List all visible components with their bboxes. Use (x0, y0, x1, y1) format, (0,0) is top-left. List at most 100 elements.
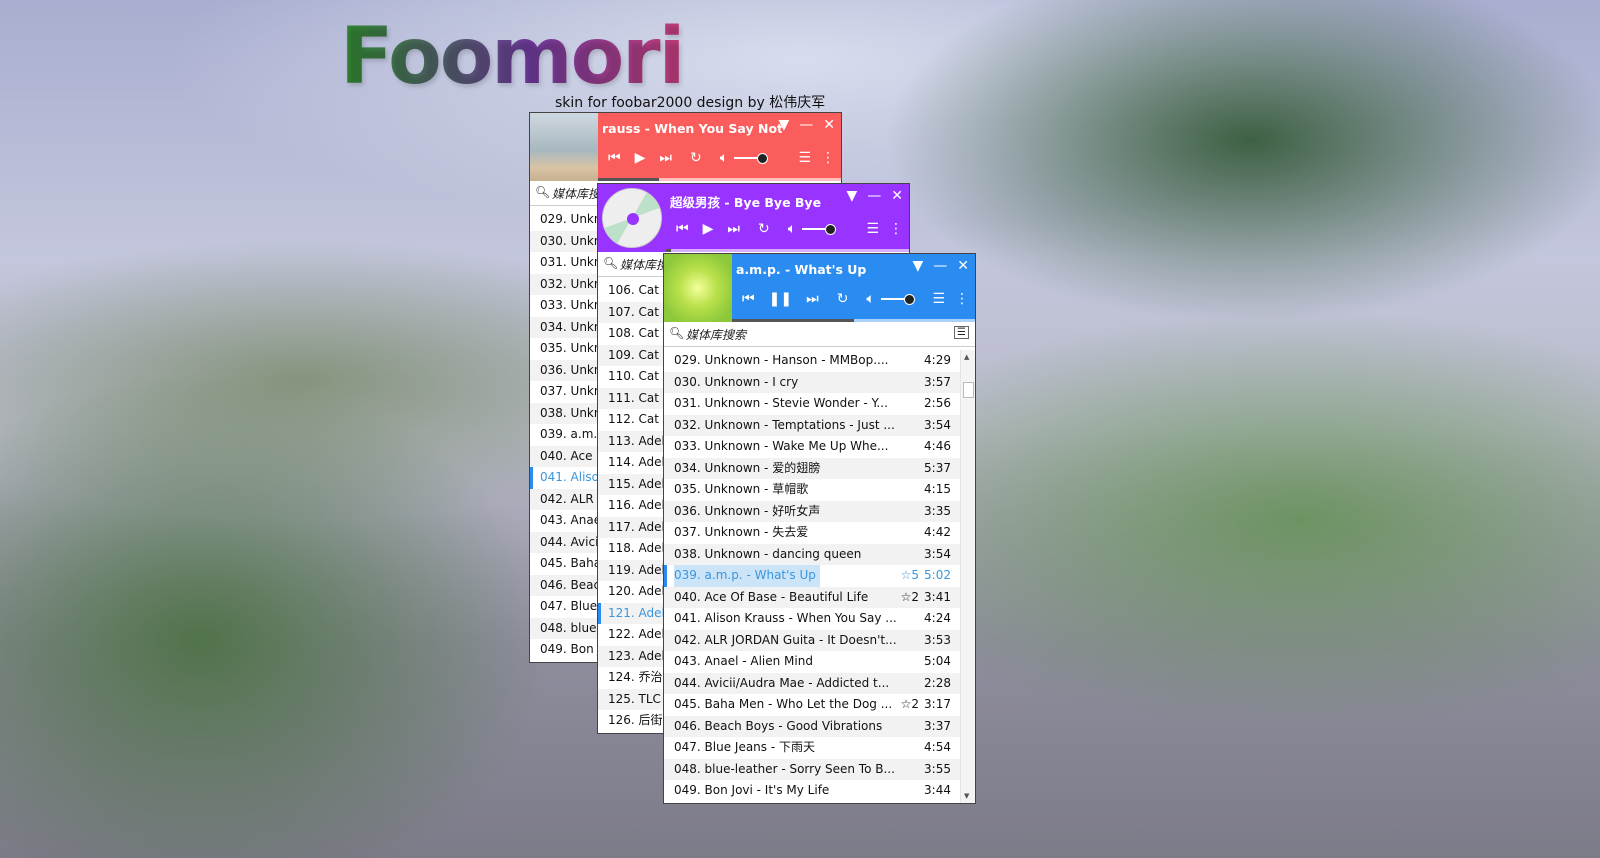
player-header: 超级男孩 - Bye Bye Bye ▼ — ✕ ⏮ ▶ ⏭ ↻ 🔈︎ ☰ ⋮ (598, 184, 909, 252)
menu-dropdown-icon[interactable]: ▼ (912, 258, 923, 274)
search-icon: 🔍︎ (603, 256, 619, 270)
playlist-row[interactable]: 046. Beach Boys - Good Vibrations 3:37 (664, 715, 975, 737)
playlist-row[interactable]: 029. Unknown - Hanson - MMBop.... 4:29 (664, 350, 975, 372)
volume-slider[interactable] (802, 224, 837, 235)
more-icon[interactable]: ⋮ (955, 291, 969, 307)
track-duration: 4:15 (924, 482, 951, 496)
search-input[interactable]: 🔍︎ 媒体库搜索 ☰ (664, 323, 975, 347)
menu-dropdown-icon[interactable]: ▼ (778, 117, 789, 133)
now-playing-title: rauss - When You Say Nothin (602, 121, 782, 136)
track-title: 033. Unkn (540, 298, 602, 312)
track-title: 035. Unkn (540, 341, 602, 355)
close-icon[interactable]: ✕ (957, 258, 969, 274)
volume-icon[interactable]: 🔈︎ (866, 291, 874, 307)
playlist-row[interactable]: 041. Alison Krauss - When You Say ... 4:2… (664, 608, 975, 630)
playlist-icon[interactable]: ☰ (798, 150, 811, 166)
playlist-icon[interactable]: ☰ (866, 221, 879, 237)
play-icon[interactable]: ▶ (635, 150, 646, 166)
repeat-icon[interactable]: ↻ (758, 221, 770, 237)
next-icon[interactable]: ⏭ (659, 150, 672, 166)
playlist-row[interactable]: 031. Unknown - Stevie Wonder - Y... 2:56 (664, 393, 975, 415)
track-duration: 3:41 (924, 589, 951, 604)
progress-bar[interactable] (732, 319, 975, 322)
progress-bar[interactable] (666, 249, 909, 252)
playlist-row[interactable]: 048. blue-leather - Sorry Seen To B... 3:… (664, 758, 975, 780)
minimize-icon[interactable]: — (867, 188, 881, 204)
scroll-up-icon[interactable]: ▲ (964, 353, 969, 361)
logo: Foomori (340, 12, 685, 102)
playlist-row[interactable]: 043. Anael - Alien Mind 5:04 (664, 651, 975, 673)
track-duration: 5:04 (924, 654, 951, 668)
previous-icon[interactable]: ⏮ (608, 150, 621, 166)
volume-slider[interactable] (880, 294, 915, 305)
playlist-row[interactable]: 035. Unknown - 草帽歌 4:15 (664, 479, 975, 501)
playlist-row[interactable]: 042. ALR JORDAN Guita - It Doesn't... 3:5… (664, 629, 975, 651)
next-icon[interactable]: ⏭ (806, 291, 819, 307)
track-title: 032. Unknown - Temptations - Just ... (674, 417, 895, 432)
playlist-row[interactable]: 049. Bon Jovi - It's My Life 3:44 (664, 780, 975, 802)
playlist-row[interactable]: 033. Unknown - Wake Me Up Whe... 4:46 (664, 436, 975, 458)
track-title: 048. blue-leather - Sorry Seen To B... (674, 761, 895, 776)
playlist-row[interactable]: 034. Unknown - 爱的翅膀 5:37 (664, 457, 975, 479)
track-rating[interactable]: ☆2 (901, 587, 919, 609)
track-title: 038. Unkn (540, 405, 602, 420)
minimize-icon[interactable]: — (933, 258, 947, 274)
volume-slider[interactable] (734, 153, 769, 164)
now-playing-title: 超级男孩 - Bye Bye Bye (670, 195, 822, 210)
album-art (598, 184, 666, 252)
progress-bar[interactable] (598, 178, 841, 181)
close-icon[interactable]: ✕ (823, 117, 835, 133)
track-title: 031. Unknown - Stevie Wonder - Y... (674, 396, 888, 410)
track-title: 042. ALR J (540, 491, 602, 506)
volume-icon[interactable]: 🔈︎ (788, 221, 796, 237)
menu-dropdown-icon[interactable]: ▼ (846, 188, 857, 204)
track-title: 124. 乔治 (608, 670, 663, 684)
playlist-row[interactable]: 038. Unknown - dancing queen 3:54 (664, 543, 975, 565)
search-placeholder: 媒体库搜索 (686, 328, 747, 342)
track-rating[interactable]: ☆5 (901, 565, 919, 587)
track-rating[interactable]: ☆2 (901, 694, 919, 716)
repeat-icon[interactable]: ↻ (690, 150, 702, 166)
more-icon[interactable]: ⋮ (821, 150, 835, 166)
scrollbar-thumb[interactable] (963, 382, 974, 398)
volume-icon[interactable]: 🔈︎ (720, 150, 728, 166)
track-title: 042. ALR JORDAN Guita - It Doesn't... (674, 632, 897, 647)
track-title: 041. Alison Krauss - When You Say ... (674, 611, 897, 625)
playlist-row[interactable]: 040. Ace Of Base - Beautiful Life ☆2 3:41 (664, 586, 975, 609)
scroll-down-icon[interactable]: ▼ (964, 792, 969, 800)
scrollbar[interactable]: ▲ ▼ (960, 350, 975, 803)
playlist-row[interactable]: 044. Avicii/Audra Mae - Addicted t... 2:2… (664, 672, 975, 694)
playlist-row[interactable]: 039. a.m.p. - What's Up ☆5 5:02 (664, 565, 975, 587)
track-title: 041. Aliso (540, 470, 600, 484)
playlist-row[interactable]: 036. Unknown - 好听女声 3:35 (664, 500, 975, 522)
more-icon[interactable]: ⋮ (889, 221, 903, 237)
player-header: rauss - When You Say Nothin ▼—✕ ⏮ ▶ ⏭ ↻ … (530, 113, 841, 181)
close-icon[interactable]: ✕ (891, 188, 903, 204)
pause-icon[interactable]: ❚❚ (769, 291, 792, 307)
track-title: 045. Baha Men - Who Let the Dog ... (674, 697, 893, 711)
track-title: 030. Unknown - I cry (674, 374, 799, 389)
play-icon[interactable]: ▶ (703, 221, 714, 237)
track-title: 030. Unkn (540, 233, 602, 248)
view-toggle-icon[interactable]: ☰ (954, 326, 969, 339)
previous-icon[interactable]: ⏮ (676, 221, 689, 237)
playlist-row[interactable]: 045. Baha Men - Who Let the Dog ... ☆2 3:1… (664, 694, 975, 716)
playlist-row[interactable]: 032. Unknown - Temptations - Just ... 3:5… (664, 414, 975, 436)
track-title: 037. Unknown - 失去爱 (674, 525, 809, 539)
track-title: 032. Unkn (540, 276, 602, 291)
playlist-row[interactable]: 037. Unknown - 失去爱 4:42 (664, 522, 975, 544)
player-window-blue: a.m.p. - What's Up ▼ — ✕ ⏮ ❚❚ ⏭ ↻ 🔈︎ ☰ ⋮ 🔍… (663, 253, 976, 804)
track-title: 125. TLC (608, 691, 661, 706)
playlist-icon[interactable]: ☰ (932, 291, 945, 307)
minimize-icon[interactable]: — (799, 117, 813, 133)
playlist-row[interactable]: 030. Unknown - I cry 3:57 (664, 371, 975, 393)
track-title: 048. blue- (540, 620, 601, 635)
track-duration: 2:56 (924, 396, 951, 410)
track-title: 038. Unknown - dancing queen (674, 546, 862, 561)
next-icon[interactable]: ⏭ (727, 221, 740, 237)
playlist-row[interactable]: 047. Blue Jeans - 下雨天 4:54 (664, 737, 975, 759)
repeat-icon[interactable]: ↻ (837, 291, 849, 307)
previous-icon[interactable]: ⏮ (742, 291, 755, 307)
track-duration: 5:37 (924, 460, 951, 475)
track-title: 033. Unknown - Wake Me Up Whe... (674, 439, 889, 453)
